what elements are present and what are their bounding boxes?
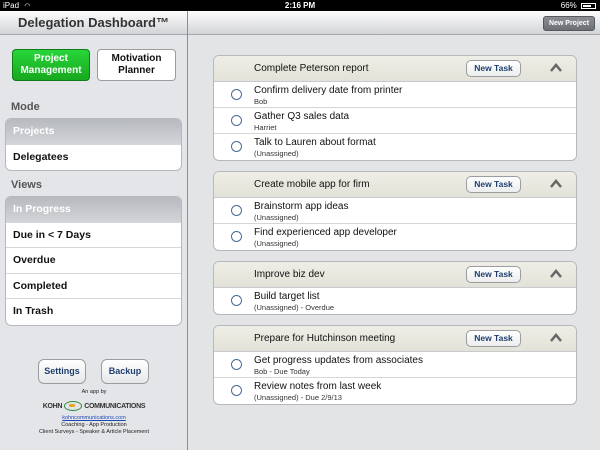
view-item-overdue[interactable]: Overdue (6, 248, 181, 274)
view-item-completed[interactable]: Completed (6, 274, 181, 300)
task-row[interactable]: Get progress updates from associates Bob… (214, 352, 576, 378)
project-header: Create mobile app for firm New Task (214, 172, 576, 198)
chevron-up-icon[interactable] (549, 62, 563, 74)
task-title: Find experienced app developer (254, 227, 397, 238)
task-assignee: (Unassigned) - Overdue (254, 303, 335, 312)
task-row[interactable]: Brainstorm app ideas (Unassigned) (214, 198, 576, 224)
battery-percent: 66% (560, 1, 577, 10)
task-row[interactable]: Confirm delivery date from printer Bob (214, 82, 576, 108)
logo-left-text: KOHN (42, 402, 63, 410)
project-title: Prepare for Hutchinson meeting (254, 333, 396, 344)
task-assignee: (Unassigned) - Due 2/9/13 (254, 393, 342, 402)
task-title: Get progress updates from associates (254, 355, 423, 366)
task-row[interactable]: Talk to Lauren about format (Unassigned) (214, 134, 576, 160)
footer-app-by: An app by (81, 389, 107, 395)
views-label: Views (11, 179, 42, 191)
project-card: Complete Peterson report New Task Confir… (213, 55, 577, 161)
task-row[interactable]: Gather Q3 sales data Harriet (214, 108, 576, 134)
task-checkbox[interactable] (231, 89, 242, 100)
project-card: Improve biz dev New Task Build target li… (213, 261, 577, 315)
task-assignee: (Unassigned) (254, 239, 299, 248)
views-list: In Progress Due in < 7 Days Overdue Comp… (5, 196, 182, 326)
task-title: Review notes from last week (254, 381, 382, 392)
handshake-icon (64, 401, 83, 411)
task-title: Build target list (254, 291, 320, 302)
view-item-due-soon[interactable]: Due in < 7 Days (6, 223, 181, 249)
task-title: Gather Q3 sales data (254, 111, 350, 122)
task-checkbox[interactable] (231, 295, 242, 306)
task-title: Brainstorm app ideas (254, 201, 349, 212)
task-row[interactable]: Build target list (Unassigned) - Overdue (214, 288, 576, 314)
new-task-button[interactable]: New Task (466, 60, 521, 77)
task-assignee: Harriet (254, 123, 277, 132)
footer-line-1: Coaching - App Production (61, 422, 127, 428)
footer-website-link[interactable]: kohncommunications.com (0, 415, 188, 422)
project-card: Prepare for Hutchinson meeting New Task … (213, 325, 577, 405)
kohn-logo: KOHN COMMUNICATIONS (0, 399, 188, 413)
chevron-up-icon[interactable] (549, 332, 563, 344)
mode-item-projects[interactable]: Projects (6, 119, 181, 145)
task-assignee: Bob - Due Today (254, 367, 310, 376)
new-task-button[interactable]: New Task (466, 176, 521, 193)
backup-button[interactable]: Backup (101, 359, 149, 384)
task-checkbox[interactable] (231, 231, 242, 242)
project-title: Improve biz dev (254, 269, 325, 280)
task-assignee: (Unassigned) (254, 149, 299, 158)
view-item-in-trash[interactable]: In Trash (6, 299, 181, 325)
project-title: Complete Peterson report (254, 63, 369, 74)
battery-icon (581, 3, 596, 9)
segment-project-management[interactable]: Project Management (12, 49, 90, 81)
segment-motivation-planner[interactable]: Motivation Planner (97, 49, 176, 81)
task-checkbox[interactable] (231, 115, 242, 126)
task-assignee: (Unassigned) (254, 213, 299, 222)
mode-label: Mode (11, 101, 40, 113)
new-task-button[interactable]: New Task (466, 330, 521, 347)
project-header: Improve biz dev New Task (214, 262, 576, 288)
status-bar: iPad ◠ 2:16 PM 66% (0, 0, 600, 11)
task-checkbox[interactable] (231, 385, 242, 396)
task-checkbox[interactable] (231, 141, 242, 152)
chevron-up-icon[interactable] (549, 268, 563, 280)
footer-line-2: Client Surveys - Speaker & Article Place… (38, 429, 150, 435)
view-item-in-progress[interactable]: In Progress (6, 197, 181, 223)
chevron-up-icon[interactable] (549, 178, 563, 190)
new-task-button[interactable]: New Task (466, 266, 521, 283)
logo-right-text: COMMUNICATIONS (84, 402, 146, 410)
sidebar: Delegation Dashboard™ Project Management… (0, 11, 188, 450)
mode-list: Projects Delegatees (5, 118, 182, 172)
project-title: Create mobile app for firm (254, 179, 370, 190)
task-assignee: Bob (254, 97, 268, 106)
mode-item-delegatees[interactable]: Delegatees (6, 145, 181, 171)
task-row[interactable]: Review notes from last week (Unassigned)… (214, 378, 576, 404)
task-title: Confirm delivery date from printer (254, 85, 403, 96)
main-header: New Project (188, 11, 600, 35)
sidebar-footer: An app by KOHN COMMUNICATIONS kohncommun… (0, 389, 188, 436)
project-header: Complete Peterson report New Task (214, 56, 576, 82)
task-title: Talk to Lauren about format (254, 137, 376, 148)
project-header: Prepare for Hutchinson meeting New Task (214, 326, 576, 352)
project-list: Complete Peterson report New Task Confir… (188, 35, 600, 450)
project-card: Create mobile app for firm New Task Brai… (213, 171, 577, 251)
new-project-button[interactable]: New Project (543, 16, 595, 31)
clock: 2:16 PM (284, 1, 316, 10)
task-checkbox[interactable] (231, 359, 242, 370)
task-row[interactable]: Find experienced app developer (Unassign… (214, 224, 576, 250)
task-checkbox[interactable] (231, 205, 242, 216)
sidebar-title: Delegation Dashboard™ (0, 11, 187, 35)
settings-button[interactable]: Settings (38, 359, 86, 384)
